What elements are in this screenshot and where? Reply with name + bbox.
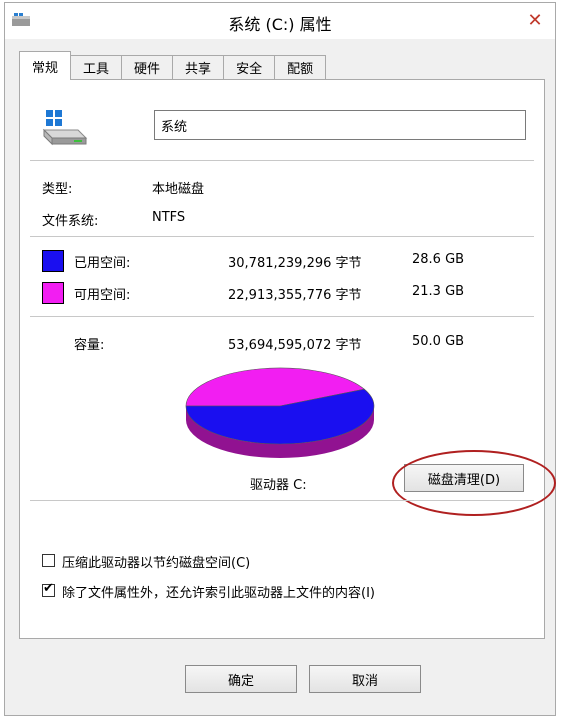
compress-label: 压缩此驱动器以节约磁盘空间(C)	[62, 556, 251, 571]
disk-usage-pie-chart	[185, 367, 375, 458]
tab-hardware[interactable]: 硬件	[121, 55, 174, 79]
tab-sharing[interactable]: 共享	[172, 55, 225, 79]
drive-icon	[42, 110, 88, 146]
title-bar: 系统 (C:) 属性 ✕	[5, 3, 555, 39]
type-label: 类型:	[42, 182, 73, 197]
free-space-label: 可用空间:	[74, 288, 131, 303]
tab-security[interactable]: 安全	[223, 55, 276, 79]
tab-tools[interactable]: 工具	[70, 55, 123, 79]
separator	[30, 500, 534, 501]
index-checkbox[interactable]: ✔	[42, 581, 55, 597]
free-space-bytes: 22,913,355,776 字节	[228, 288, 362, 303]
properties-window: 系统 (C:) 属性 ✕ 常规 工具 硬件 共享 安全 配额 类型: 本地磁盘 …	[4, 2, 556, 716]
capacity-label: 容量:	[74, 338, 105, 353]
filesystem-label: 文件系统:	[42, 214, 99, 229]
used-space-swatch	[42, 250, 64, 272]
separator	[30, 160, 534, 161]
cancel-button[interactable]: 取消	[309, 665, 421, 693]
free-space-swatch	[42, 282, 64, 304]
used-space-bytes: 30,781,239,296 字节	[228, 256, 362, 271]
separator	[30, 236, 534, 237]
filesystem-value: NTFS	[152, 210, 186, 225]
type-value: 本地磁盘	[152, 182, 205, 197]
index-label: 除了文件属性外，还允许索引此驱动器上文件的内容(I)	[62, 586, 375, 601]
ok-button[interactable]: 确定	[185, 665, 297, 693]
compress-checkbox[interactable]	[42, 554, 55, 567]
close-button[interactable]: ✕	[521, 7, 549, 33]
volume-name-input[interactable]	[154, 110, 526, 140]
drive-label: 驱动器 C:	[250, 478, 307, 493]
separator	[30, 316, 534, 317]
window-title: 系统 (C:) 属性	[228, 15, 332, 34]
tab-bar: 常规 工具 硬件 共享 安全 配额	[19, 51, 327, 80]
close-icon: ✕	[527, 9, 543, 31]
capacity-bytes: 53,694,595,072 字节	[228, 338, 362, 353]
tab-general[interactable]: 常规	[19, 51, 72, 80]
used-space-size: 28.6 GB	[412, 252, 465, 267]
general-panel: 类型: 本地磁盘 文件系统: NTFS 已用空间: 30,781,239,296…	[19, 79, 556, 639]
checkmark-icon: ✔	[43, 581, 54, 596]
used-space-label: 已用空间:	[74, 256, 131, 271]
highlight-ellipse	[392, 450, 556, 516]
free-space-size: 21.3 GB	[412, 284, 465, 299]
tab-quota[interactable]: 配额	[274, 55, 327, 79]
capacity-size: 50.0 GB	[412, 334, 465, 349]
